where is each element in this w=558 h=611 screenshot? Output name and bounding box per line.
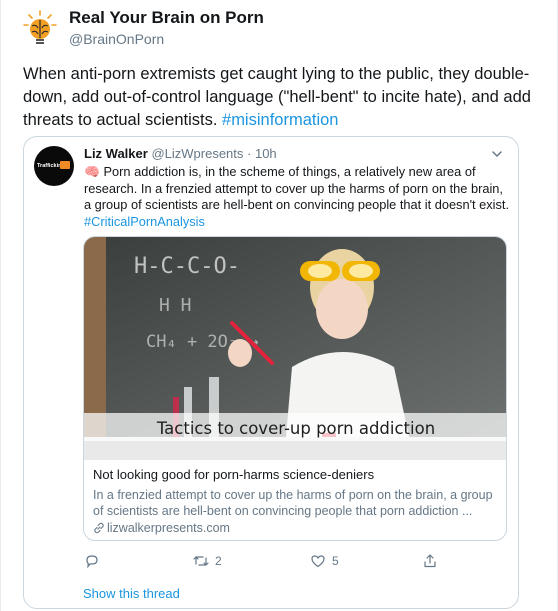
brain-lightbulb-icon[interactable] (23, 10, 57, 46)
quoted-avatar-badge (60, 161, 70, 169)
card-description: In a frenzied attempt to cover up the ha… (93, 488, 493, 518)
heart-icon (311, 555, 325, 568)
card-overlay-text: Tactics to cover-up porn addiction (156, 419, 435, 438)
quoted-body: Porn addiction is, in the scheme of thin… (84, 164, 509, 212)
chalk-formula: H-C-C-O- (134, 254, 240, 279)
share-button[interactable] (422, 551, 444, 571)
quoted-author-handle[interactable]: @LizWpresents (151, 146, 243, 161)
author-name[interactable]: Real Your Brain on Porn (69, 8, 264, 28)
link-icon (94, 522, 104, 534)
retweet-button[interactable]: 2 (193, 551, 222, 571)
quoted-separator: · (243, 146, 255, 161)
action-bar: 2 5 (84, 551, 504, 571)
tweet-text: When anti-porn extremists get caught lyi… (23, 63, 533, 132)
card-domain-text: lizwalkerpresents.com (107, 521, 230, 535)
tweet-container: Real Your Brain on Porn @BrainOnPorn Whe… (0, 0, 558, 611)
quoted-avatar[interactable]: Trafficking (34, 146, 74, 186)
author-handle[interactable]: @BrainOnPorn (69, 31, 164, 47)
reply-button[interactable] (84, 551, 106, 571)
link-card[interactable]: H-C-C-O- H H CH₄ + 2O₂ → Tactics to cove… (83, 236, 507, 541)
card-title[interactable]: Not looking good for porn-harms science-… (93, 467, 498, 482)
quoted-text: 🧠 Porn addiction is, in the scheme of th… (84, 164, 512, 230)
retweet-icon (193, 556, 209, 566)
quoted-author-name[interactable]: Liz Walker (84, 146, 148, 161)
reply-icon (86, 555, 98, 569)
like-count: 5 (332, 554, 339, 568)
card-image[interactable]: H-C-C-O- H H CH₄ + 2O₂ → Tactics to cove… (84, 237, 507, 460)
like-button[interactable]: 5 (310, 551, 339, 571)
tweet-hashtag[interactable]: #misinformation (222, 111, 338, 129)
quoted-header: Liz Walker @LizWpresents · 10h (84, 146, 277, 161)
show-thread-link[interactable]: Show this thread (83, 586, 180, 601)
quoted-tweet[interactable]: Trafficking Liz Walker @LizWpresents · 1… (23, 136, 519, 609)
chevron-down-icon[interactable] (490, 147, 504, 161)
quoted-timestamp[interactable]: 10h (255, 146, 277, 161)
brain-emoji-icon: 🧠 (84, 164, 100, 179)
quoted-hashtag[interactable]: #CriticalPornAnalysis (84, 214, 205, 229)
card-domain[interactable]: lizwalkerpresents.com (93, 521, 230, 535)
retweet-count: 2 (215, 554, 222, 568)
svg-text:H H: H H (159, 295, 192, 316)
share-icon (424, 554, 436, 568)
